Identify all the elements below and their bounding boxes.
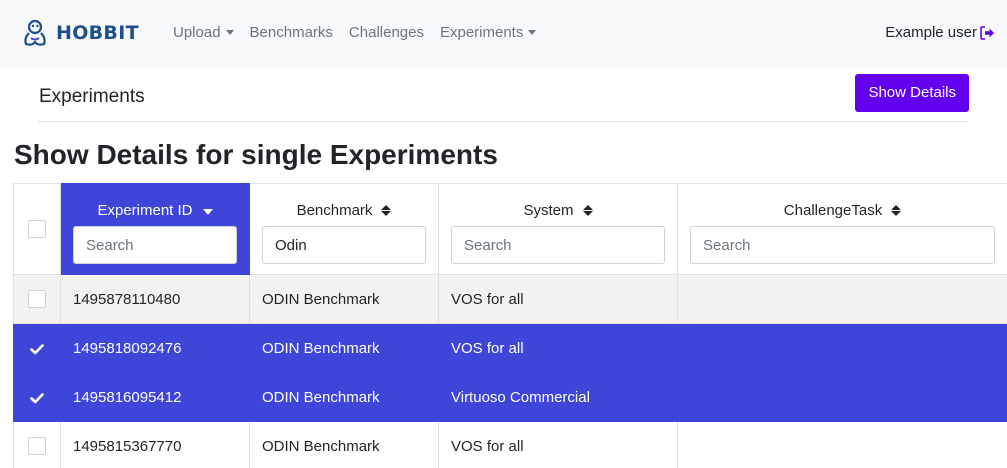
sort-desc-icon bbox=[202, 208, 213, 215]
experiment-id-cell: 1495818092476 bbox=[60, 323, 250, 373]
row-checkbox[interactable] bbox=[28, 437, 46, 456]
benchmark-cell: ODIN Benchmark bbox=[249, 274, 439, 324]
sort-icon bbox=[891, 204, 902, 216]
row-select-cell bbox=[13, 421, 61, 468]
nav-challenges[interactable]: Challenges bbox=[349, 24, 424, 41]
row-select-cell bbox=[13, 323, 61, 373]
system-cell: VOS for all bbox=[438, 421, 678, 468]
challenge-task-cell bbox=[677, 421, 1007, 468]
sign-out-icon bbox=[980, 25, 994, 40]
brand-name: HOBBIT bbox=[56, 22, 139, 44]
row-checkbox[interactable] bbox=[28, 290, 46, 309]
experiment-id-cell: 1495878110480 bbox=[60, 274, 250, 324]
select-all-checkbox[interactable] bbox=[28, 220, 46, 239]
brand-link[interactable]: HOBBIT bbox=[20, 18, 139, 48]
table-row[interactable]: 1495815367770 ODIN Benchmark VOS for all bbox=[13, 421, 1007, 468]
nav-challenges-label: Challenges bbox=[348, 24, 424, 41]
chevron-down-icon bbox=[528, 30, 537, 35]
benchmark-cell: ODIN Benchmark bbox=[249, 372, 439, 422]
select-all-cell bbox=[13, 183, 61, 275]
main-nav: Upload Benchmarks Challenges Experiments bbox=[173, 24, 552, 41]
challenge-task-filter-input[interactable] bbox=[690, 226, 995, 264]
nav-upload-label: Upload bbox=[173, 24, 221, 41]
column-label: ChallengeTask bbox=[783, 201, 883, 219]
experiment-id-filter-input[interactable] bbox=[73, 226, 237, 264]
checkmark-icon[interactable] bbox=[29, 390, 45, 406]
nav-experiments-label: Experiments bbox=[439, 24, 524, 41]
checkmark-icon[interactable] bbox=[29, 341, 45, 357]
section-title: Experiments bbox=[39, 86, 145, 107]
system-cell: Virtuoso Commercial bbox=[438, 372, 678, 422]
experiments-header: Experiments Show Details bbox=[38, 72, 969, 122]
system-filter-input[interactable] bbox=[451, 226, 665, 264]
row-select-cell bbox=[13, 372, 61, 422]
page-title: Show Details for single Experiments bbox=[14, 139, 498, 170]
table-header-row: Experiment ID Benchmark System bbox=[13, 183, 1007, 275]
benchmark-cell: ODIN Benchmark bbox=[249, 421, 439, 468]
table-row[interactable]: 1495816095412 ODIN Benchmark Virtuoso Co… bbox=[13, 372, 1007, 422]
show-details-button[interactable]: Show Details bbox=[855, 74, 969, 112]
nav-upload[interactable]: Upload bbox=[173, 24, 234, 41]
experiment-id-cell: 1495815367770 bbox=[60, 421, 250, 468]
column-header-system[interactable]: System bbox=[438, 183, 678, 275]
column-label: System bbox=[523, 201, 574, 219]
column-header-challenge-task[interactable]: ChallengeTask bbox=[677, 183, 1007, 275]
sort-icon bbox=[582, 204, 593, 216]
challenge-task-cell bbox=[677, 372, 1007, 422]
column-header-benchmark[interactable]: Benchmark bbox=[249, 183, 439, 275]
experiments-table: Experiment ID Benchmark System bbox=[13, 183, 1007, 468]
nav-experiments[interactable]: Experiments bbox=[439, 24, 537, 41]
system-cell: VOS for all bbox=[438, 274, 678, 324]
system-cell: VOS for all bbox=[438, 323, 678, 373]
column-label: Benchmark bbox=[296, 201, 373, 219]
navbar: HOBBIT Upload Benchmarks Challenges Expe… bbox=[0, 0, 1007, 68]
chevron-down-icon bbox=[225, 30, 234, 35]
benchmark-filter-input[interactable] bbox=[262, 226, 426, 264]
nav-benchmarks-label: Benchmarks bbox=[249, 24, 333, 41]
column-header-experiment-id[interactable]: Experiment ID bbox=[60, 183, 250, 275]
table-row[interactable]: 1495818092476 ODIN Benchmark VOS for all bbox=[13, 323, 1007, 373]
challenge-task-cell bbox=[677, 323, 1007, 373]
table-row[interactable]: 1495878110480 ODIN Benchmark VOS for all bbox=[13, 274, 1007, 324]
sort-icon bbox=[381, 204, 392, 216]
row-select-cell bbox=[13, 274, 61, 324]
user-name: Example user bbox=[885, 24, 977, 41]
challenge-task-cell bbox=[677, 274, 1007, 324]
hobbit-logo-icon bbox=[24, 19, 46, 46]
nav-benchmarks[interactable]: Benchmarks bbox=[250, 24, 333, 41]
experiment-id-cell: 1495816095412 bbox=[60, 372, 250, 422]
column-label: Experiment ID bbox=[97, 201, 193, 219]
benchmark-cell: ODIN Benchmark bbox=[249, 323, 439, 373]
user-menu[interactable]: Example user bbox=[885, 24, 995, 41]
